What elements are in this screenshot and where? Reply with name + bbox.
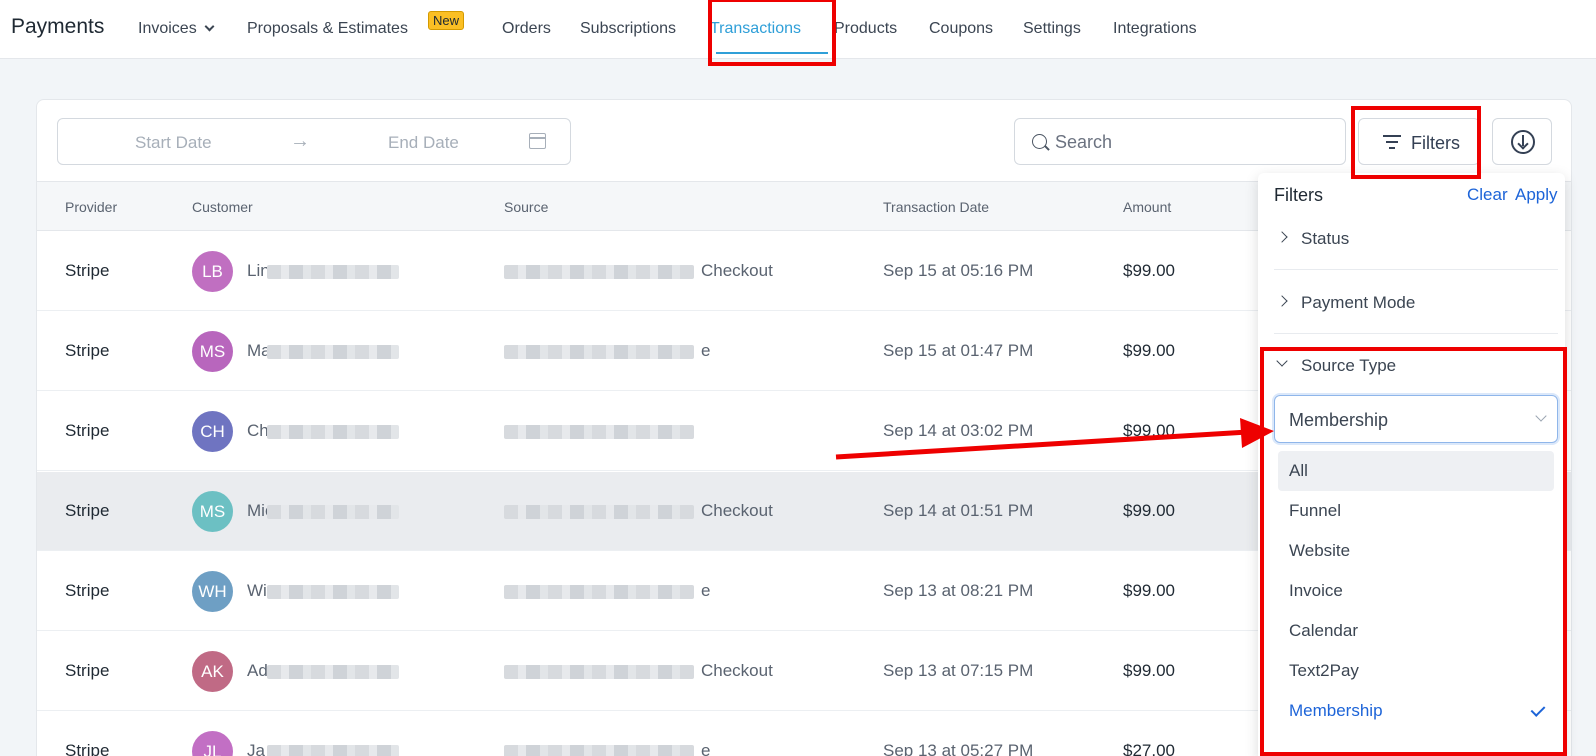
annotation-arrow	[835, 418, 1274, 460]
